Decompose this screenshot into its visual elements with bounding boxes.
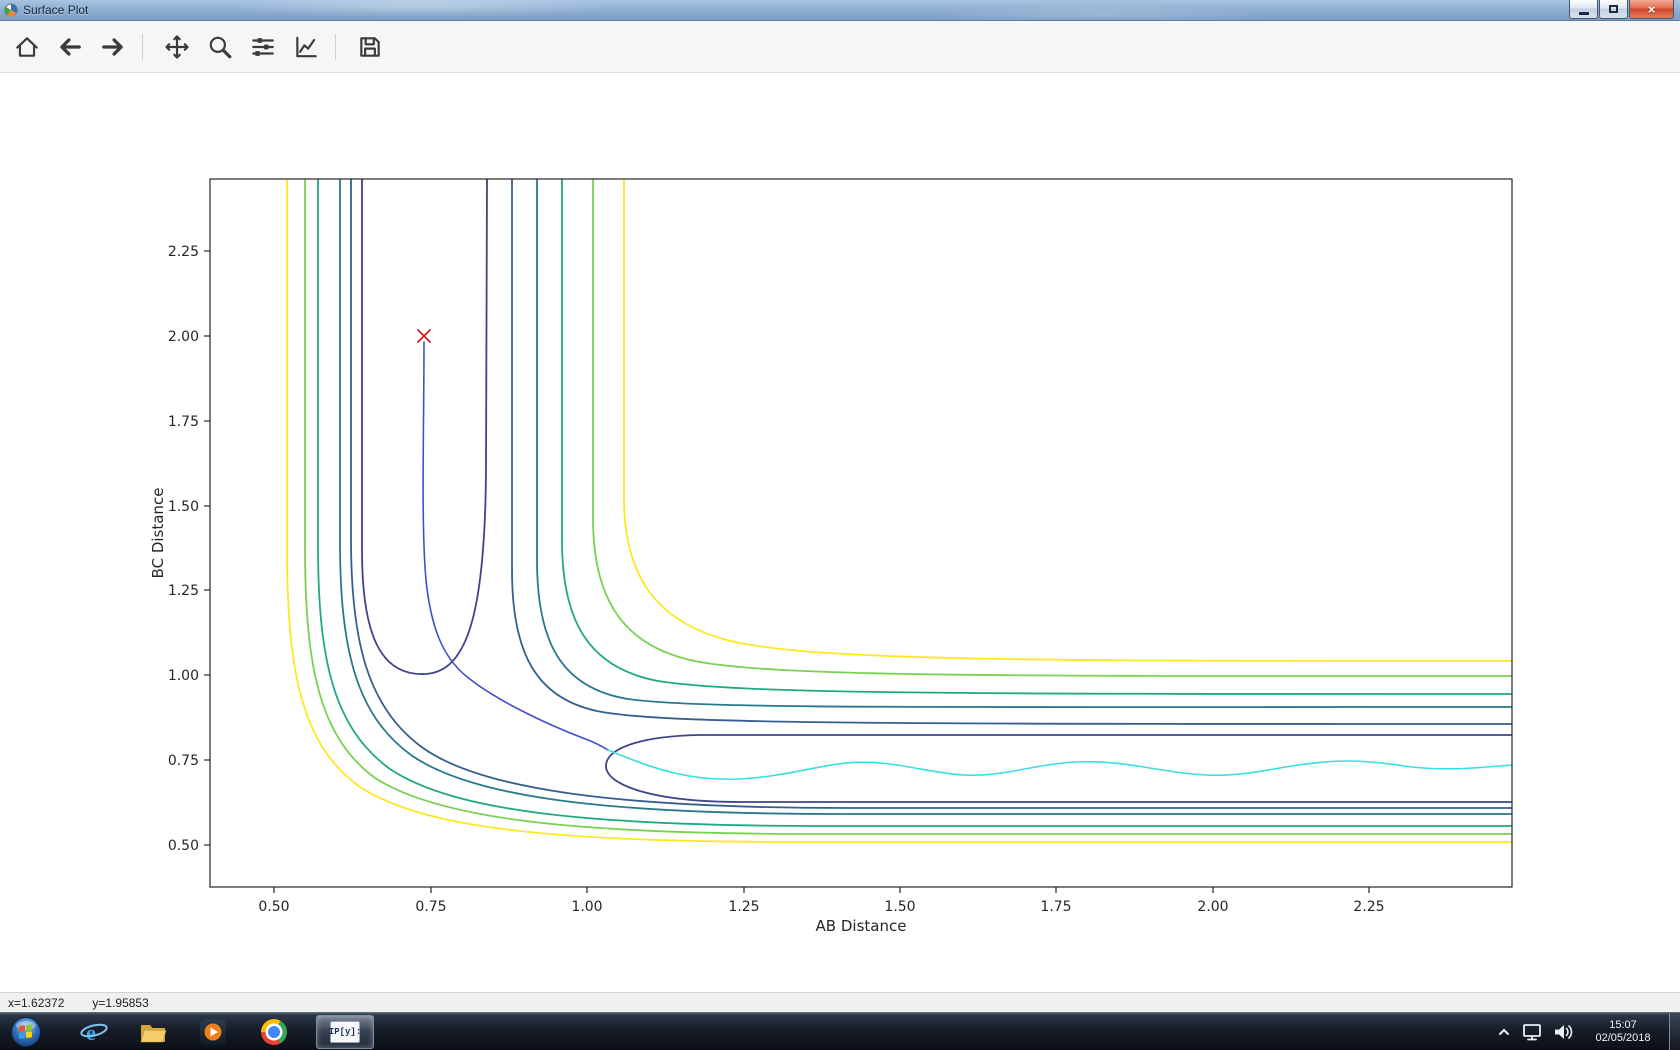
taskbar-clock[interactable]: 15:07 02/05/2018 <box>1585 1019 1661 1045</box>
pan-icon <box>164 34 190 60</box>
chevron-up-icon <box>1497 1026 1511 1038</box>
outer-contour-blue <box>351 179 1512 808</box>
floppy-save-icon <box>357 34 383 60</box>
y-tick-label: 1.50 <box>168 499 199 515</box>
entrance-valley-contour-navy <box>362 179 487 674</box>
save-button[interactable] <box>351 27 389 67</box>
system-tray: 15:07 02/05/2018 <box>1497 1013 1680 1050</box>
magnifier-icon <box>207 34 233 60</box>
close-button[interactable]: × <box>1629 0 1674 19</box>
ipython-icon: IP[y]: <box>330 1021 360 1043</box>
x-tick-label: 0.50 <box>258 899 289 915</box>
statusbar: x=1.62372 y=1.95853 <box>0 992 1680 1012</box>
figure-canvas[interactable]: 0.50 0.75 1.00 1.25 1.50 1.75 2.00 2.25 0.50 0.75… <box>0 73 1680 992</box>
maximize-button[interactable] <box>1599 0 1628 19</box>
inner-contour-green <box>593 179 1512 676</box>
start-button[interactable] <box>10 1016 42 1048</box>
show-desktop-button[interactable] <box>1669 1013 1680 1050</box>
media-player-icon <box>200 1019 226 1045</box>
monitor-icon <box>1521 1021 1543 1043</box>
pan-button[interactable] <box>158 27 196 67</box>
y-tick-label: 1.75 <box>168 414 199 430</box>
ipython-icon-label: IP[y]: <box>329 1027 361 1037</box>
network-tray-button[interactable] <box>1521 1021 1543 1043</box>
taskbar: e IP[y]: <box>0 1012 1680 1050</box>
home-icon <box>14 34 40 60</box>
contour-group <box>287 179 1512 842</box>
volume-tray-button[interactable] <box>1553 1022 1575 1042</box>
inner-contour-blue <box>512 179 1512 724</box>
inner-contour-yellow <box>624 179 1512 661</box>
back-arrow-icon <box>57 34 83 60</box>
x-tick-label: 1.50 <box>884 899 915 915</box>
axes-frame <box>210 179 1512 887</box>
edit-parameters-button[interactable] <box>287 27 325 67</box>
maximize-icon <box>1609 5 1618 13</box>
y-axis-label: BC Distance <box>149 488 167 579</box>
cursor-x-readout: x=1.62372 <box>8 996 64 1010</box>
x-tick-label: 2.25 <box>1353 899 1384 915</box>
taskbar-media-player-button[interactable] <box>197 1019 229 1045</box>
minimize-icon <box>1579 12 1589 15</box>
y-tick-label: 1.00 <box>168 668 199 684</box>
svg-text:e: e <box>86 1020 96 1045</box>
configure-subplots-button[interactable] <box>244 27 282 67</box>
x-tick-label: 0.75 <box>415 899 446 915</box>
toolbar-separator <box>142 34 143 60</box>
folder-icon <box>139 1019 167 1045</box>
internet-explorer-icon: e <box>80 1018 108 1046</box>
y-tick-label: 0.50 <box>168 838 199 854</box>
trajectory-entrance-blue <box>423 342 608 750</box>
back-button[interactable] <box>51 27 89 67</box>
matplotlib-app-icon <box>4 3 18 17</box>
desktop: Surface Plot × <box>0 0 1680 1050</box>
forward-button[interactable] <box>94 27 132 67</box>
speaker-icon <box>1553 1022 1575 1042</box>
y-tick-label: 2.25 <box>168 244 199 260</box>
toolbar-separator <box>335 34 336 60</box>
window-title: Surface Plot <box>23 3 88 17</box>
outer-contour-yellow <box>287 179 1512 842</box>
clock-time: 15:07 <box>1585 1019 1661 1032</box>
x-tick-label: 1.75 <box>1040 899 1071 915</box>
y-tick-label: 0.75 <box>168 753 199 769</box>
y-tick-label: 2.00 <box>168 329 199 345</box>
trajectory-exit-cyan <box>608 750 1512 779</box>
exit-valley-contour-navy <box>606 735 1512 802</box>
cursor-y-readout: y=1.95853 <box>92 996 148 1010</box>
taskbar-explorer-button[interactable] <box>137 1019 169 1045</box>
home-button[interactable] <box>8 27 46 67</box>
minimize-button[interactable] <box>1569 0 1598 19</box>
taskbar-internet-explorer-button[interactable]: e <box>78 1019 110 1045</box>
start-marker-x <box>418 330 430 342</box>
line-chart-icon <box>293 34 319 60</box>
taskbar-ipython-window-button[interactable]: IP[y]: <box>316 1015 374 1049</box>
y-tick-label: 1.25 <box>168 583 199 599</box>
inner-contour-darkteal <box>537 179 1512 707</box>
clock-date: 02/05/2018 <box>1585 1032 1661 1045</box>
x-tick-label: 1.25 <box>728 899 759 915</box>
outer-contour-darkteal <box>340 179 1512 814</box>
x-tick-label: 1.00 <box>571 899 602 915</box>
taskbar-chrome-button[interactable] <box>258 1019 290 1045</box>
inner-contour-teal <box>562 179 1512 694</box>
forward-arrow-icon <box>100 34 126 60</box>
zoom-button[interactable] <box>201 27 239 67</box>
sliders-icon <box>250 34 276 60</box>
contour-plot[interactable]: 0.50 0.75 1.00 1.25 1.50 1.75 2.00 2.25 0.50 0.75… <box>0 73 1680 992</box>
x-tick-label: 2.00 <box>1197 899 1228 915</box>
close-icon: × <box>1648 2 1656 17</box>
windows-logo-icon <box>10 1016 42 1048</box>
outer-contour-teal <box>318 179 1512 826</box>
window-titlebar: Surface Plot × <box>0 0 1680 21</box>
chrome-icon <box>261 1019 287 1045</box>
x-axis-label: AB Distance <box>816 917 907 935</box>
show-hidden-icons-button[interactable] <box>1497 1026 1511 1038</box>
matplotlib-toolbar <box>0 21 1680 73</box>
